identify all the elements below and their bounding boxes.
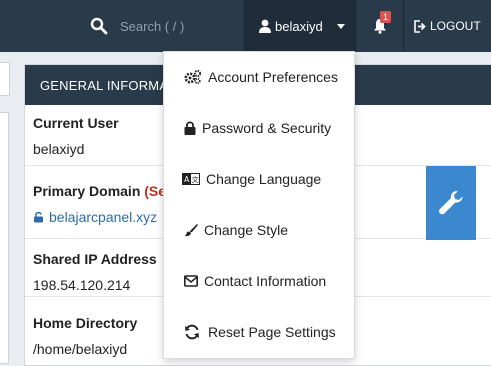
logout-label: LOGOUT [430, 19, 481, 33]
search-bar[interactable] [84, 0, 244, 52]
left-panel-stub [0, 62, 10, 96]
menu-item-label: Password & Security [202, 120, 332, 136]
primary-domain-label: Primary Domain [33, 183, 141, 199]
menu-item-label: Account Preferences [208, 69, 338, 85]
unlock-icon [34, 211, 43, 223]
top-navbar: belaxiyd 1 LOGOUT [0, 0, 491, 52]
user-menu-button[interactable]: belaxiyd [244, 0, 355, 52]
svg-text:文: 文 [192, 175, 199, 184]
envelope-icon [184, 275, 198, 287]
svg-text:A: A [184, 175, 190, 184]
user-icon [259, 19, 271, 33]
username-label: belaxiyd [275, 18, 323, 34]
menu-item-label: Change Style [204, 222, 289, 238]
user-dropdown-menu: Account Preferences Password & Security … [163, 51, 355, 359]
primary-domain-value: belajarcpanel.xyz [49, 209, 158, 225]
notification-count-badge: 1 [380, 11, 392, 23]
server-settings-button[interactable] [426, 166, 476, 240]
menu-item-change-language[interactable]: A 文 Change Language [164, 164, 354, 194]
wrench-icon [439, 191, 463, 215]
menu-item-password-security[interactable]: Password & Security [164, 113, 354, 143]
lock-icon [184, 121, 196, 135]
menu-item-contact-information[interactable]: Contact Information [164, 266, 354, 296]
menu-item-label: Change Language [206, 171, 322, 187]
menu-item-change-style[interactable]: Change Style [164, 215, 354, 245]
search-input[interactable] [118, 17, 242, 35]
brush-icon [184, 224, 198, 237]
notifications-button[interactable]: 1 [355, 0, 403, 52]
language-icon: A 文 [182, 173, 200, 185]
menu-item-label: Reset Page Settings [208, 324, 336, 340]
menu-item-reset-page-settings[interactable]: Reset Page Settings [164, 317, 354, 347]
search-icon [90, 17, 108, 35]
left-panel-stub [0, 112, 9, 364]
logout-button[interactable]: LOGOUT [403, 0, 491, 52]
gears-icon [184, 69, 202, 85]
logout-icon [414, 19, 426, 33]
refresh-icon [185, 324, 199, 340]
menu-item-account-preferences[interactable]: Account Preferences [164, 62, 354, 92]
menu-item-label: Contact Information [204, 273, 327, 289]
chevron-down-icon [336, 23, 345, 29]
